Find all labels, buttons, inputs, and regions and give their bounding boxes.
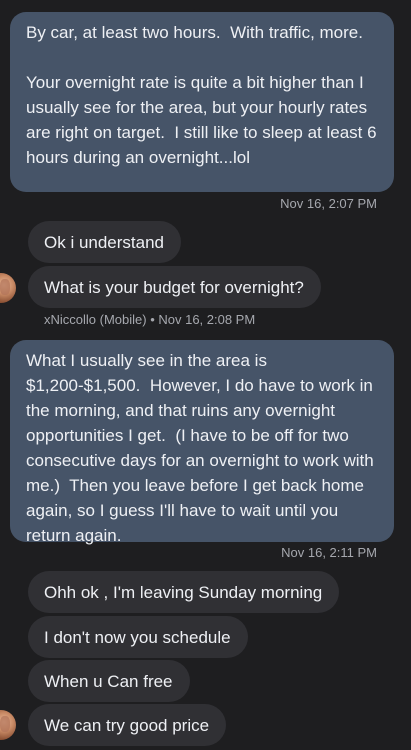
received-message-5[interactable]: When u Can free [28,660,190,702]
received-message-4[interactable]: I don't now you schedule [28,616,248,658]
received-message-3[interactable]: Ohh ok , I'm leaving Sunday morning [28,571,340,613]
sent-message-2[interactable]: What I usually see in the area is $1,200… [10,340,394,545]
received-message-1[interactable]: Ok i understand [28,221,182,263]
message-thread: By car, at least two hours. With traffic… [0,0,411,750]
message-timestamp-2: Nov 16, 2:11 PM [281,545,377,560]
contact-avatar-2[interactable] [0,710,16,740]
received-message-6[interactable]: We can try good price [28,704,227,746]
received-message-2[interactable]: What is your budget for overnight? [28,266,321,308]
message-timestamp: Nov 16, 2:07 PM [280,196,377,211]
contact-avatar[interactable] [0,273,16,303]
sent-message-1[interactable]: By car, at least two hours. With traffic… [10,12,394,192]
sender-meta: xNiccollo (Mobile) • Nov 16, 2:08 PM [44,312,256,327]
